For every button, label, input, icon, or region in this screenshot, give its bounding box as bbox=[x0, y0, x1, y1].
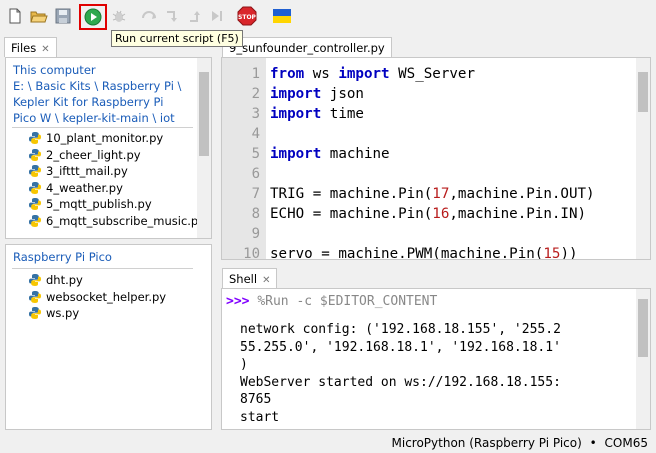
line-number: 5 bbox=[251, 146, 260, 162]
line-number: 10 bbox=[243, 246, 260, 260]
device-header[interactable]: Raspberry Pi Pico bbox=[13, 249, 112, 265]
file-item[interactable]: 5_mqtt_publish.py bbox=[28, 196, 152, 212]
stop-button[interactable]: STOP bbox=[236, 5, 258, 27]
close-icon[interactable]: ✕ bbox=[262, 275, 270, 286]
tab-files[interactable]: Files ✕ bbox=[4, 37, 57, 57]
tab-shell[interactable]: Shell ✕ bbox=[222, 268, 278, 288]
shell-output-line: start bbox=[240, 409, 280, 425]
files-scrollbar[interactable] bbox=[197, 58, 211, 238]
device-files-pane: Raspberry Pi Pico dht.py websocket_helper… bbox=[5, 244, 212, 430]
file-name: 2_cheer_light.py bbox=[46, 147, 141, 162]
shell-output-line: 55.255.0', '192.168.18.1', '192.168.18.1… bbox=[240, 339, 561, 355]
new-file-icon[interactable] bbox=[4, 5, 26, 27]
shell-output-line: 8765 bbox=[240, 392, 272, 407]
shell-output-line: ) bbox=[240, 357, 248, 372]
save-file-icon[interactable] bbox=[52, 5, 74, 27]
close-icon[interactable]: ✕ bbox=[41, 44, 49, 55]
line-number: 8 bbox=[251, 206, 260, 222]
tab-editor-file[interactable]: 9_sunfounder_controller.py bbox=[222, 37, 392, 57]
editor-scrollbar[interactable] bbox=[636, 58, 650, 259]
ukraine-flag-icon bbox=[271, 5, 293, 27]
shell-scrollbar[interactable] bbox=[636, 289, 650, 429]
file-item[interactable]: 2_cheer_light.py bbox=[28, 147, 141, 163]
shell-tab-label: Shell bbox=[229, 272, 258, 286]
python-file-icon bbox=[29, 198, 41, 211]
shell-prompt: >>> bbox=[226, 294, 250, 309]
open-file-icon[interactable] bbox=[28, 5, 50, 27]
file-item[interactable]: ws.py bbox=[28, 305, 79, 321]
file-item[interactable]: 6_mqtt_subscribe_music.py bbox=[28, 213, 205, 229]
python-file-icon bbox=[29, 274, 41, 286]
file-name: 5_mqtt_publish.py bbox=[46, 197, 152, 212]
python-file-icon bbox=[29, 148, 41, 161]
file-item[interactable]: 10_plant_monitor.py bbox=[28, 130, 163, 146]
python-file-icon bbox=[29, 290, 41, 303]
scrollbar-thumb[interactable] bbox=[638, 299, 648, 357]
file-name: dht.py bbox=[46, 273, 83, 287]
shell-output-line: network config: ('192.168.18.155', '255.… bbox=[240, 322, 561, 337]
shell-output: network config: ('192.168.18.155', '255.… bbox=[240, 321, 561, 426]
step-over-icon[interactable] bbox=[139, 5, 161, 27]
file-name: 4_weather.py bbox=[46, 180, 123, 195]
step-out-icon[interactable] bbox=[186, 5, 208, 27]
shell-tabbar: Shell ✕ bbox=[218, 266, 656, 288]
line-number: 2 bbox=[251, 86, 260, 102]
line-number: 1 bbox=[251, 66, 260, 82]
python-file-icon bbox=[29, 181, 41, 194]
line-number-gutter: 1 2 3 4 5 6 7 8 9 10 bbox=[222, 58, 266, 259]
python-file-icon bbox=[29, 215, 41, 227]
python-file-icon bbox=[29, 307, 41, 320]
line-number: 4 bbox=[251, 126, 260, 142]
file-name: ws.py bbox=[46, 306, 80, 321]
run-tooltip: Run current script (F5) bbox=[111, 30, 243, 47]
status-separator: • bbox=[589, 436, 597, 450]
status-bar: MicroPython (Raspberry Pi Pico) • COM65 bbox=[0, 433, 656, 453]
shell-command-line: >>> %Run -c $EDITOR_CONTENT bbox=[226, 293, 437, 311]
file-item[interactable]: 4_weather.py bbox=[28, 180, 123, 196]
editor-tab-label: 9_sunfounder_controller.py bbox=[229, 41, 385, 55]
divider bbox=[12, 268, 193, 269]
divider bbox=[12, 127, 193, 128]
file-name: 3_ifttt_mail.py bbox=[46, 164, 128, 179]
computer-header[interactable]: This computer bbox=[13, 62, 188, 78]
resume-icon[interactable] bbox=[206, 5, 228, 27]
step-into-icon[interactable] bbox=[163, 5, 185, 27]
shell-pane[interactable]: >>> %Run -c $EDITOR_CONTENT network conf… bbox=[221, 288, 651, 430]
computer-path[interactable]: E: \ Basic Kits \ Raspberry Pi \ Kepler … bbox=[13, 78, 188, 126]
computer-files-pane: This computer E: \ Basic Kits \ Raspberr… bbox=[5, 57, 212, 239]
scrollbar-thumb[interactable] bbox=[638, 72, 648, 112]
file-name: websocket_helper.py bbox=[46, 289, 167, 304]
python-file-icon bbox=[29, 132, 41, 144]
file-name: 6_mqtt_subscribe_music.py bbox=[46, 214, 206, 228]
shell-output-line: WebServer started on ws://192.168.18.155… bbox=[240, 374, 561, 390]
line-number: 6 bbox=[251, 166, 260, 182]
tab-files-label: Files bbox=[11, 41, 37, 55]
interpreter-status[interactable]: MicroPython (Raspberry Pi Pico) bbox=[392, 436, 582, 450]
editor-tabbar: 9_sunfounder_controller.py bbox=[218, 35, 656, 57]
python-file-icon bbox=[29, 165, 41, 178]
file-item[interactable]: 3_ifttt_mail.py bbox=[28, 163, 128, 179]
code-editor[interactable]: 1 2 3 4 5 6 7 8 9 10 from ws import WS_Server imp… bbox=[221, 57, 651, 260]
toolbar: STOP bbox=[0, 0, 656, 32]
file-item[interactable]: dht.py bbox=[28, 272, 83, 288]
code-content[interactable]: from ws import WS_Server import json imp… bbox=[270, 64, 595, 259]
shell-command: %Run -c $EDITOR_CONTENT bbox=[257, 294, 438, 309]
file-item[interactable]: websocket_helper.py bbox=[28, 289, 166, 305]
svg-text:STOP: STOP bbox=[238, 14, 257, 21]
line-number: 9 bbox=[251, 226, 260, 242]
run-button[interactable] bbox=[79, 4, 107, 30]
line-number: 7 bbox=[251, 186, 260, 202]
line-number: 3 bbox=[251, 106, 260, 122]
port-status[interactable]: COM65 bbox=[605, 436, 648, 450]
file-name: 10_plant_monitor.py bbox=[46, 131, 164, 145]
debug-icon[interactable] bbox=[108, 5, 130, 27]
scrollbar-thumb[interactable] bbox=[199, 72, 209, 156]
